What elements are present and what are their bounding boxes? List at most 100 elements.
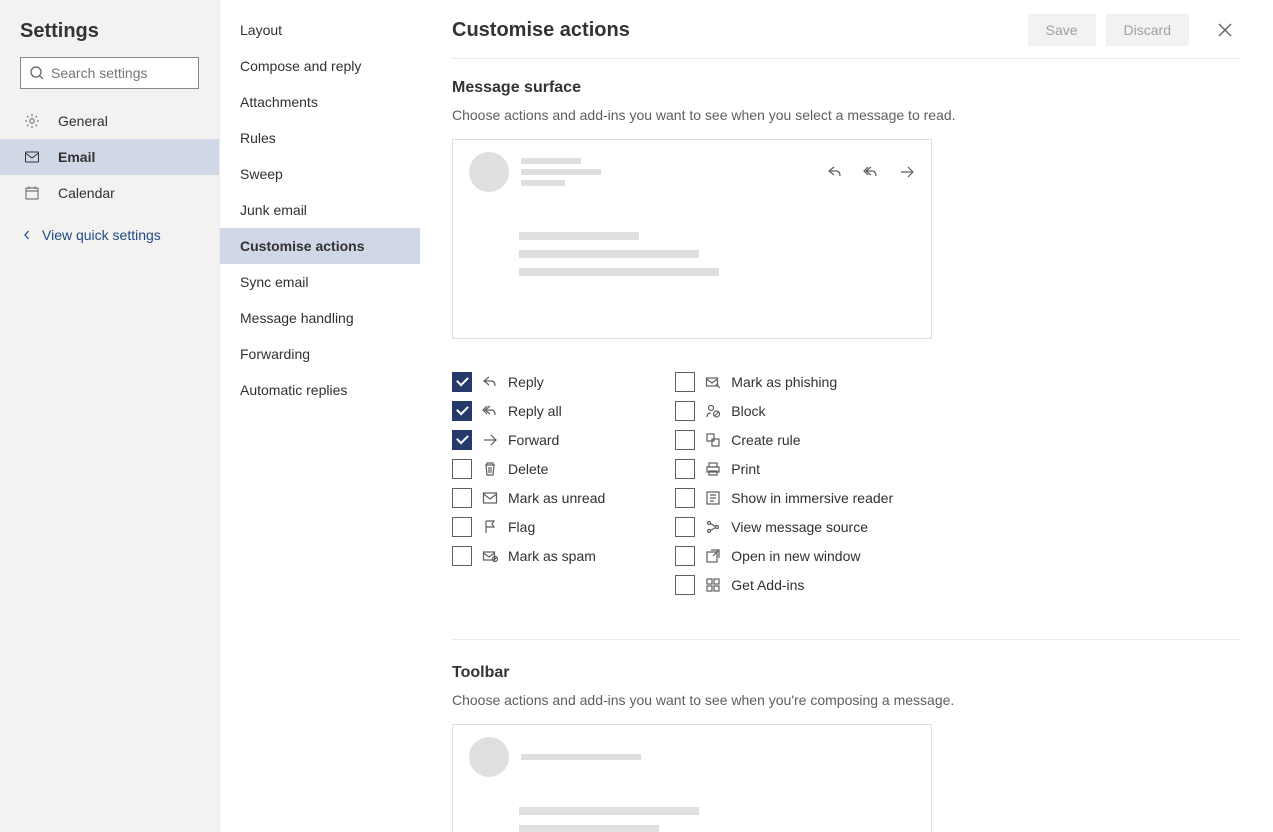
main-header: Customise actions Save Discard xyxy=(420,0,1273,58)
flag-icon xyxy=(482,519,498,535)
delete-icon xyxy=(482,461,498,477)
main-scroll[interactable]: Message surface Choose actions and add-i… xyxy=(420,59,1273,832)
checkbox-replyall[interactable] xyxy=(452,401,472,421)
settings-title: Settings xyxy=(0,14,219,57)
forward-icon xyxy=(899,164,915,180)
action-row-rule: Create rule xyxy=(675,425,893,454)
mid-sync[interactable]: Sync email xyxy=(220,264,420,300)
action-label-reply: Reply xyxy=(508,374,544,390)
reply-icon xyxy=(482,374,498,390)
mid-message-handling[interactable]: Message handling xyxy=(220,300,420,336)
mid-sweep[interactable]: Sweep xyxy=(220,156,420,192)
source-icon xyxy=(705,519,721,535)
category-calendar[interactable]: Calendar xyxy=(0,175,219,211)
action-label-rule: Create rule xyxy=(731,432,800,448)
section-toolbar-title: Toolbar xyxy=(452,664,1241,682)
mid-layout[interactable]: Layout xyxy=(220,12,420,48)
action-label-spam: Mark as spam xyxy=(508,548,596,564)
checkbox-block[interactable] xyxy=(675,401,695,421)
category-general[interactable]: General xyxy=(0,103,219,139)
mid-customise-actions[interactable]: Customise actions xyxy=(220,228,420,264)
action-row-replyall: Reply all xyxy=(452,396,605,425)
checkbox-flag[interactable] xyxy=(452,517,472,537)
addins-icon xyxy=(705,577,721,593)
action-row-immersive: Show in immersive reader xyxy=(675,483,893,512)
action-label-immersive: Show in immersive reader xyxy=(731,490,893,506)
action-label-delete: Delete xyxy=(508,461,548,477)
reply-icon xyxy=(827,164,843,180)
gear-icon xyxy=(24,113,40,129)
action-label-addins: Get Add-ins xyxy=(731,577,804,593)
block-icon xyxy=(705,403,721,419)
close-icon xyxy=(1217,22,1233,38)
compose-preview-box xyxy=(452,724,932,832)
action-row-phishing: Mark as phishing xyxy=(675,367,893,396)
action-row-newwin: Open in new window xyxy=(675,541,893,570)
action-row-flag: Flag xyxy=(452,512,605,541)
action-label-forward: Forward xyxy=(508,432,559,448)
view-quick-settings-link[interactable]: View quick settings xyxy=(0,215,219,255)
section-message-surface-desc: Choose actions and add-ins you want to s… xyxy=(452,107,1241,123)
action-row-forward: Forward xyxy=(452,425,605,454)
section-message-surface-title: Message surface xyxy=(452,79,1241,97)
action-label-source: View message source xyxy=(731,519,868,535)
avatar-placeholder xyxy=(469,152,509,192)
newwin-icon xyxy=(705,548,721,564)
checkbox-immersive[interactable] xyxy=(675,488,695,508)
main-panel: Customise actions Save Discard Message s… xyxy=(420,0,1273,832)
search-icon xyxy=(29,65,45,81)
quick-settings-label: View quick settings xyxy=(42,227,161,243)
action-label-unread: Mark as unread xyxy=(508,490,605,506)
actions-left-column: Reply Reply all Forward Delete Mark as unrea… xyxy=(452,367,605,599)
mid-rules[interactable]: Rules xyxy=(220,120,420,156)
action-label-flag: Flag xyxy=(508,519,535,535)
action-row-addins: Get Add-ins xyxy=(675,570,893,599)
forward-icon xyxy=(482,432,498,448)
checkbox-rule[interactable] xyxy=(675,430,695,450)
action-row-unread: Mark as unread xyxy=(452,483,605,512)
checkbox-print[interactable] xyxy=(675,459,695,479)
mail-icon xyxy=(24,149,40,165)
calendar-icon xyxy=(24,185,40,201)
settings-left-panel: Settings General Email Calendar View qui… xyxy=(0,0,220,832)
section-divider xyxy=(452,639,1241,640)
section-toolbar-desc: Choose actions and add-ins you want to s… xyxy=(452,692,1241,708)
rule-icon xyxy=(705,432,721,448)
action-row-source: View message source xyxy=(675,512,893,541)
avatar-placeholder-2 xyxy=(469,737,509,777)
mid-forwarding[interactable]: Forwarding xyxy=(220,336,420,372)
close-button[interactable] xyxy=(1209,14,1241,46)
checkbox-unread[interactable] xyxy=(452,488,472,508)
action-label-phishing: Mark as phishing xyxy=(731,374,837,390)
action-label-replyall: Reply all xyxy=(508,403,562,419)
mid-junk[interactable]: Junk email xyxy=(220,192,420,228)
message-preview-box xyxy=(452,139,932,339)
header-placeholder-lines xyxy=(521,153,815,191)
page-title: Customise actions xyxy=(452,19,1018,42)
immersive-icon xyxy=(705,490,721,506)
checkbox-reply[interactable] xyxy=(452,372,472,392)
checkbox-addins[interactable] xyxy=(675,575,695,595)
checkbox-phishing[interactable] xyxy=(675,372,695,392)
phishing-icon xyxy=(705,374,721,390)
checkbox-spam[interactable] xyxy=(452,546,472,566)
checkbox-delete[interactable] xyxy=(452,459,472,479)
mid-compose[interactable]: Compose and reply xyxy=(220,48,420,84)
checkbox-forward[interactable] xyxy=(452,430,472,450)
unread-icon xyxy=(482,490,498,506)
settings-mid-panel: Layout Compose and reply Attachments Rul… xyxy=(220,0,420,832)
mid-attachments[interactable]: Attachments xyxy=(220,84,420,120)
save-button[interactable]: Save xyxy=(1028,14,1096,46)
action-row-block: Block xyxy=(675,396,893,425)
action-row-reply: Reply xyxy=(452,367,605,396)
search-settings-input[interactable] xyxy=(20,57,199,89)
checkbox-newwin[interactable] xyxy=(675,546,695,566)
action-label-newwin: Open in new window xyxy=(731,548,860,564)
checkbox-source[interactable] xyxy=(675,517,695,537)
mid-auto-replies[interactable]: Automatic replies xyxy=(220,372,420,408)
search-settings-field[interactable] xyxy=(51,65,190,81)
action-row-spam: Mark as spam xyxy=(452,541,605,570)
discard-button[interactable]: Discard xyxy=(1106,14,1189,46)
replyall-icon xyxy=(482,403,498,419)
category-email[interactable]: Email xyxy=(0,139,219,175)
